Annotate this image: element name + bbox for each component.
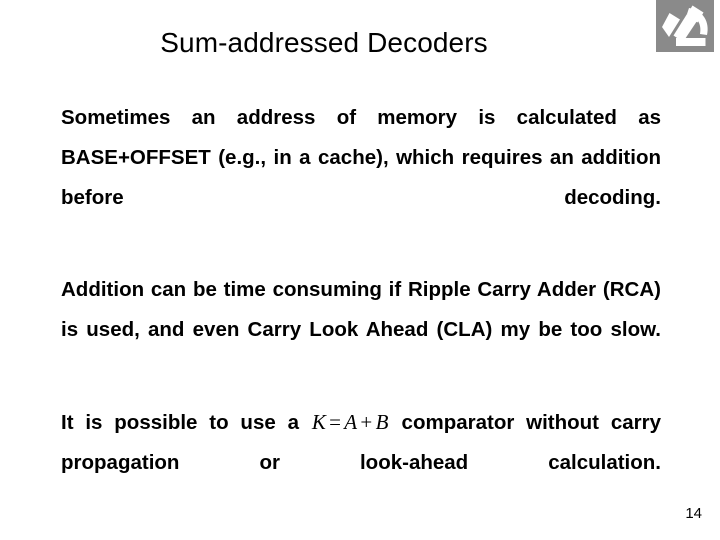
slide-canvas: Sum-addressed Decoders Sometimes an addr… <box>0 0 720 540</box>
page-number: 14 <box>685 505 702 522</box>
math-expression: K = A + B <box>311 410 390 434</box>
body-text-block: Sometimes an address of memory is calcul… <box>61 98 661 523</box>
microscope-logo <box>656 0 714 52</box>
paragraph-3: It is possible to use a K = A + B comparator… <box>61 402 661 523</box>
math-operand-a: A <box>344 410 358 434</box>
paragraph-3-lead: It is possible to use a <box>61 411 311 434</box>
math-operand-b: B <box>375 410 389 434</box>
paragraph-1: Sometimes an address of memory is calcul… <box>61 106 661 209</box>
math-plus: + <box>360 410 373 434</box>
page-title: Sum-addressed Decoders <box>160 27 488 58</box>
math-equals: = <box>329 410 342 434</box>
paragraph-2: Addition can be time consuming if Ripple… <box>61 278 661 341</box>
math-lhs: K <box>311 410 327 434</box>
